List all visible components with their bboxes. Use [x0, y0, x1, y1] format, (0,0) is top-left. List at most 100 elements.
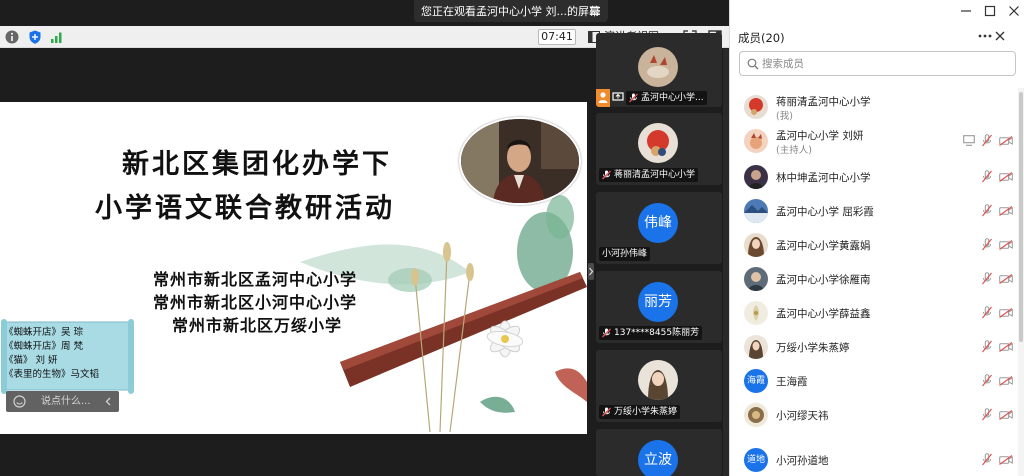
- meeting-timer: 07:41: [538, 29, 576, 45]
- member-row[interactable]: 孟河中心小学 屈彩霞: [730, 194, 1017, 228]
- camera-off-icon[interactable]: [999, 172, 1013, 182]
- member-name: 孟河中心小学薛益鑫: [776, 308, 871, 320]
- camera-off-icon[interactable]: [999, 455, 1013, 465]
- member-avatar: [744, 129, 768, 153]
- mic-muted-icon[interactable]: [982, 134, 992, 147]
- camera-off-icon[interactable]: [999, 308, 1013, 318]
- member-row[interactable]: 万绥小学朱蒸婷: [730, 330, 1017, 364]
- minimize-icon[interactable]: [960, 5, 972, 17]
- lesson-item: 《表里的生物》马文韬: [4, 369, 100, 380]
- close-icon[interactable]: [995, 31, 1005, 41]
- member-row[interactable]: 孟河中心小学薛益鑫: [730, 296, 1017, 330]
- member-search[interactable]: [739, 51, 1016, 76]
- camera-off-icon[interactable]: [999, 274, 1013, 284]
- more-options-icon[interactable]: [978, 34, 992, 38]
- member-avatar: [744, 403, 768, 427]
- signal-icon[interactable]: [49, 29, 65, 45]
- mic-muted-icon: [629, 93, 638, 103]
- lesson-item: 《蜘蛛开店》吴 琮: [4, 327, 84, 338]
- mic-muted-icon: [602, 407, 611, 417]
- member-row[interactable]: 蒋丽清孟河中心小学 (我): [730, 90, 1017, 124]
- mic-muted-icon[interactable]: [982, 170, 992, 183]
- participant-avatar: 伟峰: [638, 203, 678, 243]
- meeting-area: 您正在观看孟河中心小学 刘...的屏幕 07:41 新北区集团化办学下 小学语文…: [0, 0, 729, 476]
- shield-icon[interactable]: [27, 29, 43, 45]
- member-row[interactable]: 海霞 王海霞: [730, 364, 1017, 398]
- mic-muted-icon[interactable]: [982, 306, 992, 319]
- member-name: 小河孙道地: [776, 455, 829, 467]
- camera-off-icon[interactable]: [999, 240, 1013, 250]
- video-tile[interactable]: 伟峰 小河孙伟峰: [596, 192, 722, 264]
- presenter-photo: [461, 119, 579, 203]
- video-tile[interactable]: 立波: [596, 429, 722, 476]
- member-row[interactable]: 林中坤孟河中心小学: [730, 160, 1017, 194]
- member-row[interactable]: 孟河中心小学徐雁南: [730, 262, 1017, 296]
- video-tile[interactable]: 万绥小学朱蒸婷: [596, 350, 722, 422]
- member-name: 王海霞: [776, 376, 808, 388]
- chevron-left-icon[interactable]: [105, 397, 111, 406]
- video-tile[interactable]: 蒋丽清孟河中心小学: [596, 113, 722, 185]
- mic-muted-icon[interactable]: [982, 238, 992, 251]
- slide-title-line-1: 新北区集团化办学下: [122, 149, 392, 180]
- menu-icon[interactable]: [588, 4, 602, 18]
- member-avatar: 海霞: [744, 369, 768, 393]
- camera-off-icon[interactable]: [999, 136, 1013, 146]
- members-panel: 成员(20) 蒋丽清孟河中心小学 (我) 孟河中心小学 刘妍 (主持人): [729, 0, 1024, 476]
- slide-title-line-2: 小学语文联合教研活动: [95, 193, 395, 224]
- member-avatar: [744, 335, 768, 359]
- chat-input[interactable]: 说点什么...: [6, 391, 119, 412]
- banner-text: 您正在观看孟河中心小学 刘...的屏幕: [421, 5, 600, 18]
- mic-muted-icon: [602, 170, 611, 180]
- member-row[interactable]: 孟河中心小学黄露娟: [730, 228, 1017, 262]
- panel-resize-handle[interactable]: [588, 263, 594, 280]
- camera-off-icon[interactable]: [999, 376, 1013, 386]
- member-list-scrollbar[interactable]: [1018, 88, 1024, 476]
- camera-off-icon[interactable]: [999, 342, 1013, 352]
- member-row[interactable]: 道地 小河孙道地: [730, 443, 1017, 476]
- member-name: 小河缪天祎: [776, 410, 829, 422]
- participant-avatar: 丽芳: [638, 282, 678, 322]
- mic-muted-icon[interactable]: [982, 453, 992, 466]
- lesson-item: 《猫》 刘 妍: [4, 355, 58, 366]
- emoji-icon[interactable]: [13, 395, 26, 408]
- member-name: 孟河中心小学 屈彩霞: [776, 206, 874, 218]
- member-name: 蒋丽清孟河中心小学: [776, 96, 871, 108]
- close-window-icon[interactable]: [1008, 5, 1020, 17]
- member-avatar: [744, 267, 768, 291]
- mic-muted-icon[interactable]: [982, 272, 992, 285]
- camera-off-icon[interactable]: [999, 410, 1013, 420]
- mic-muted-icon[interactable]: [982, 204, 992, 217]
- member-avatar: 道地: [744, 448, 768, 472]
- video-gallery: 孟河中心小学... 蒋丽清孟河中心小学 伟峰 小河孙伟峰 丽芳 137****8…: [596, 33, 722, 476]
- maximize-icon[interactable]: [984, 5, 996, 17]
- search-input[interactable]: [762, 55, 1002, 72]
- screen-share-icon: [612, 92, 624, 101]
- member-row[interactable]: 孟河中心小学 刘妍 (主持人): [730, 124, 1017, 158]
- mic-muted-icon[interactable]: [982, 374, 992, 387]
- slide-school: 常州市新北区小河中心小学: [153, 293, 358, 312]
- member-name: 万绥小学朱蒸婷: [776, 342, 850, 354]
- slide-school: 常州市新北区万绥小学: [172, 316, 343, 335]
- member-name: 孟河中心小学 刘妍: [776, 130, 864, 142]
- screen-share-icon: [963, 135, 975, 146]
- tile-name: 小河孙伟峰: [599, 247, 651, 261]
- mic-muted-icon[interactable]: [982, 408, 992, 421]
- mic-muted-icon[interactable]: [982, 340, 992, 353]
- video-tile[interactable]: 丽芳 137****8455陈丽芳: [596, 271, 722, 343]
- chat-placeholder: 说点什么...: [41, 396, 91, 407]
- camera-off-icon[interactable]: [999, 206, 1013, 216]
- participant-avatar: [638, 123, 678, 163]
- participant-avatar: [638, 360, 678, 400]
- member-row[interactable]: 小河缪天祎: [730, 398, 1017, 432]
- info-icon[interactable]: [4, 29, 20, 45]
- screen-share-banner[interactable]: 您正在观看孟河中心小学 刘...的屏幕: [414, 0, 608, 22]
- tile-name: 137****8455陈丽芳: [599, 326, 703, 340]
- member-avatar: [744, 199, 768, 223]
- member-avatar: [744, 233, 768, 257]
- participant-avatar: 立波: [638, 440, 678, 476]
- lesson-item: 《蜘蛛开店》周 梵: [4, 341, 84, 352]
- panel-title: 成员(20): [738, 31, 785, 45]
- video-tile[interactable]: 孟河中心小学...: [596, 33, 722, 107]
- member-role: (我): [776, 111, 793, 122]
- scrollbar-thumb[interactable]: [1019, 92, 1023, 342]
